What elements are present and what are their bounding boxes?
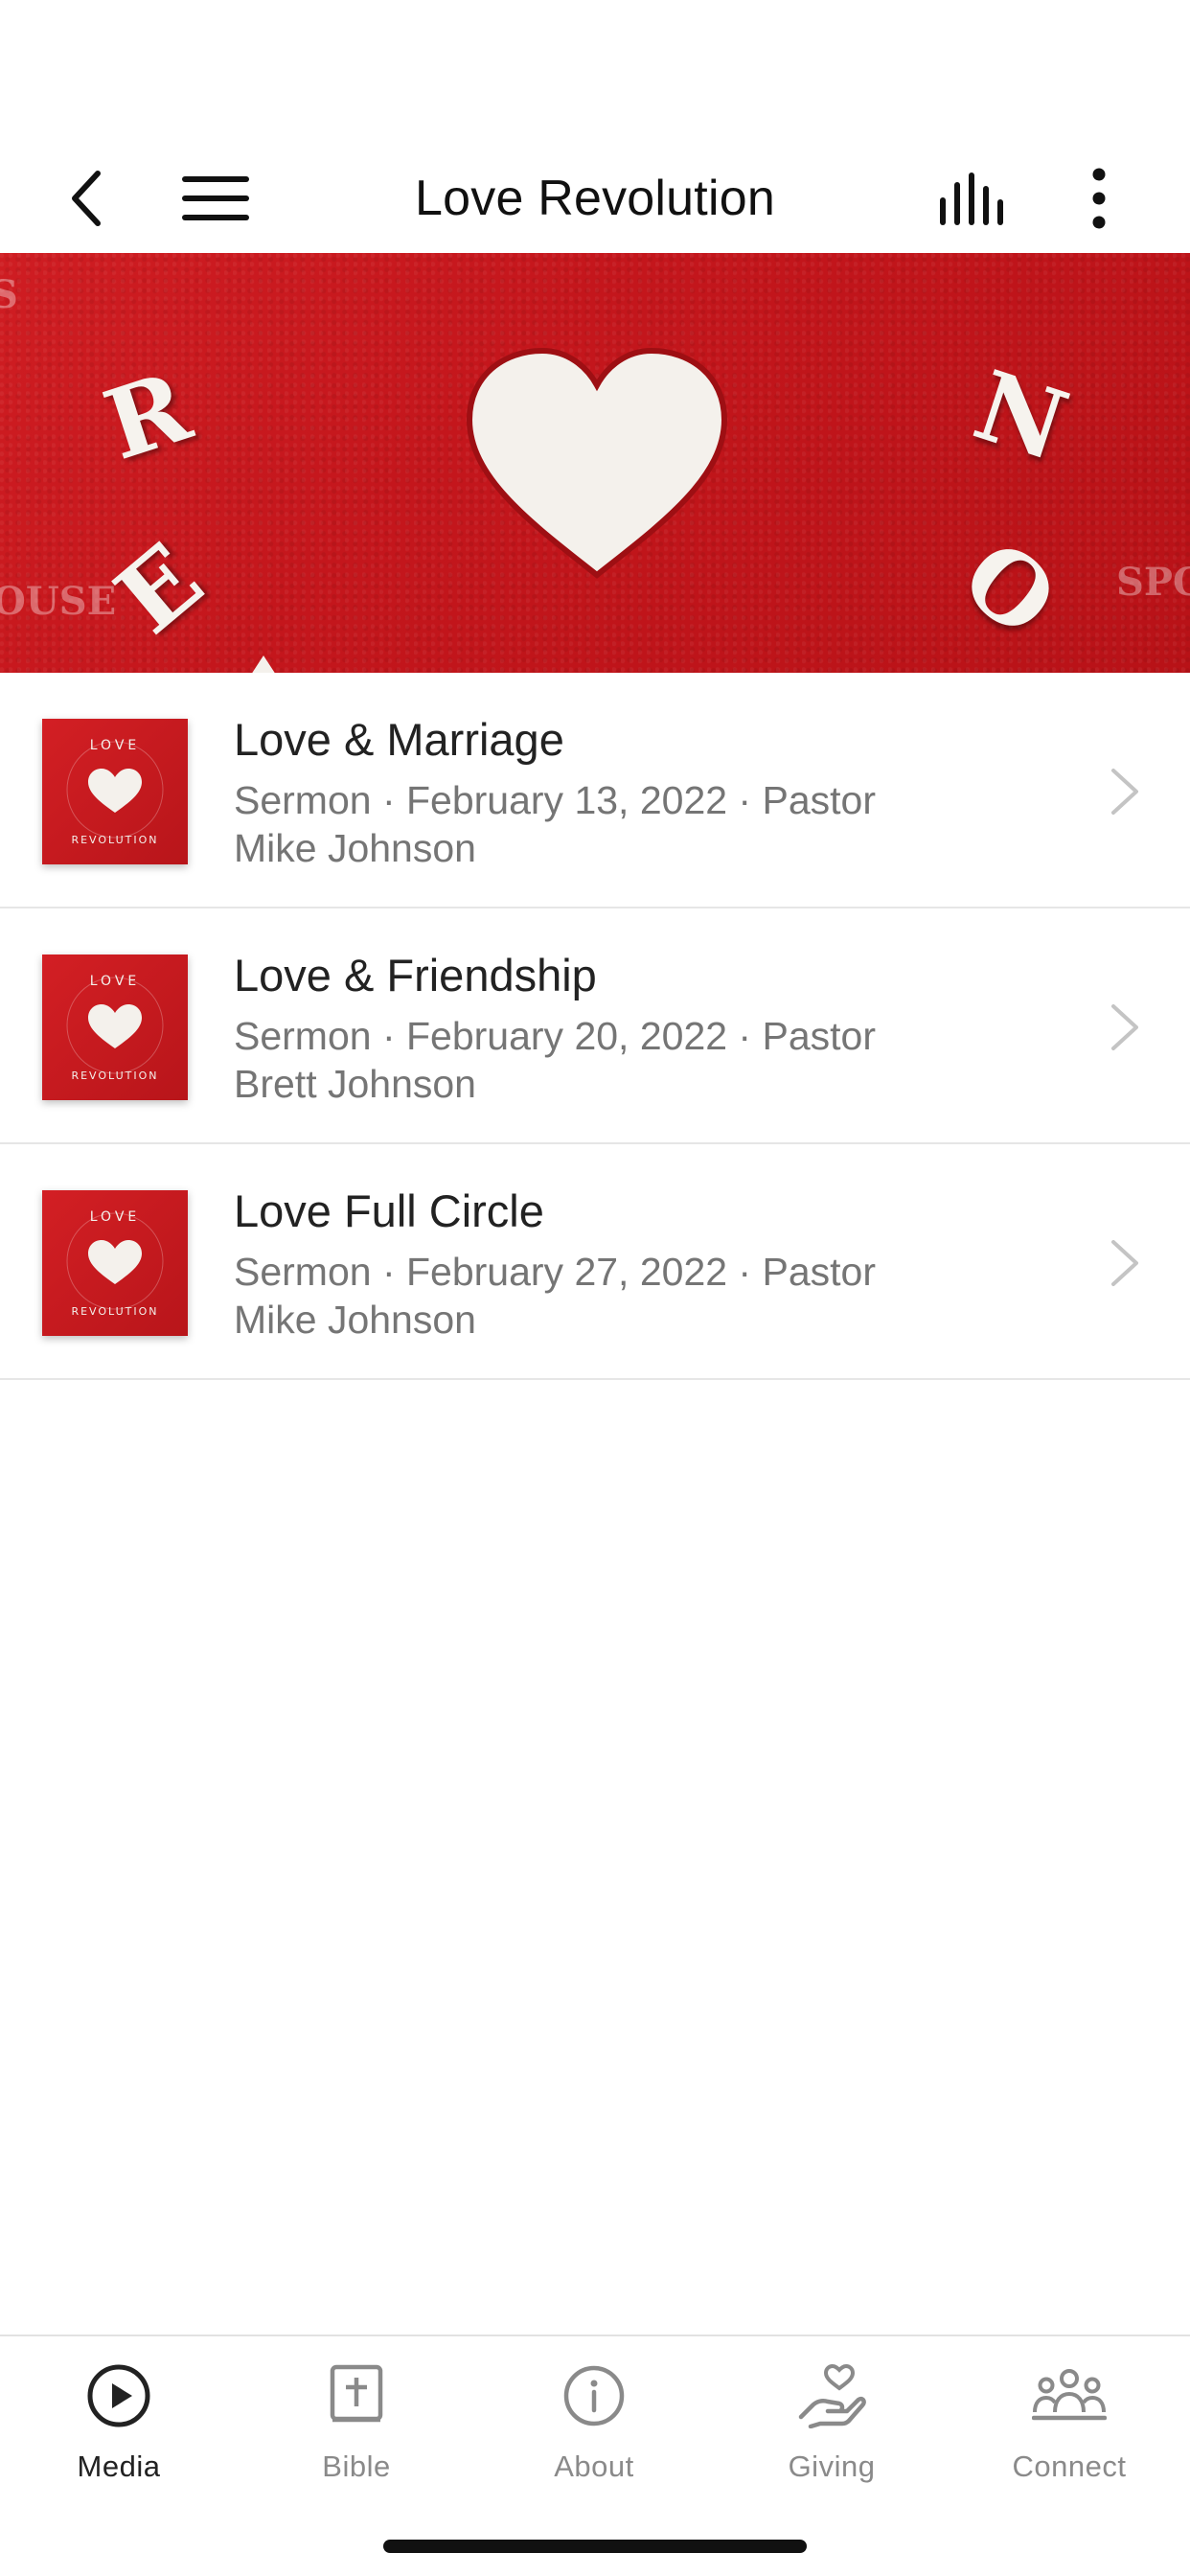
sermon-thumbnail: LOVE REVOLUTION: [42, 1190, 188, 1336]
tab-label: Bible: [322, 2450, 391, 2483]
menu-button[interactable]: [172, 155, 259, 242]
banner-faded-text-left: OUSE: [0, 579, 117, 624]
banner-letter-n: N: [962, 348, 1081, 484]
sermon-title: Love Full Circle: [234, 1185, 544, 1236]
tab-bible[interactable]: Bible: [238, 2358, 475, 2501]
info-icon: [563, 2365, 625, 2426]
tab-about[interactable]: About: [475, 2358, 713, 2501]
love-revolution-artwork-icon: LOVE REVOLUTION: [66, 738, 164, 846]
status-bar: [0, 0, 1190, 144]
sermon-thumbnail: LOVE REVOLUTION: [42, 954, 188, 1100]
love-revolution-artwork-icon: LOVE REVOLUTION: [66, 974, 164, 1082]
people-icon: [1032, 2369, 1107, 2421]
home-indicator: [383, 2540, 807, 2553]
audio-bars-icon: [940, 172, 1003, 225]
tab-label: About: [554, 2450, 634, 2483]
chevron-left-icon: [72, 171, 101, 226]
sermon-list: LOVE REVOLUTION Love & Marriage Sermon ·…: [0, 673, 1190, 1380]
tab-giving[interactable]: Giving: [713, 2358, 950, 2501]
sermon-title: Love & Friendship: [234, 950, 597, 1000]
tab-label: Media: [77, 2450, 161, 2483]
hamburger-icon: [182, 176, 249, 220]
thumb-top-text: LOVE: [90, 738, 141, 753]
thumb-bottom-text: REVOLUTION: [71, 834, 158, 846]
tab-media[interactable]: Media: [0, 2358, 238, 2501]
sermon-subtitle: Sermon · February 27, 2022 · Pastor Mike…: [234, 1250, 876, 1342]
bible-icon: [330, 2364, 383, 2423]
sermon-subtitle: Sermon · February 20, 2022 · Pastor Bret…: [234, 1014, 876, 1106]
triangle-mark-icon: [252, 656, 275, 673]
tab-label: Connect: [1012, 2450, 1127, 2483]
chevron-right-icon: [1111, 769, 1138, 815]
thumb-top-text: LOVE: [90, 1209, 141, 1225]
sermon-subtitle: Sermon · February 13, 2022 · Pastor Mike…: [234, 778, 876, 870]
series-banner: S OUSE SPO R E N O: [0, 253, 1190, 673]
banner-letter-e: E: [94, 521, 224, 656]
love-revolution-artwork-icon: LOVE REVOLUTION: [66, 1209, 164, 1318]
back-button[interactable]: [43, 155, 129, 242]
tab-label: Giving: [788, 2450, 876, 2483]
banner-faded-text-right: SPO: [1116, 560, 1190, 605]
audio-button[interactable]: [929, 155, 1016, 242]
list-item[interactable]: LOVE REVOLUTION Love & Friendship Sermon…: [0, 908, 1190, 1144]
heart-icon: [466, 347, 728, 579]
chevron-right-icon: [1111, 1004, 1138, 1050]
top-nav: Love Revolution: [0, 144, 1190, 253]
play-circle-icon: [87, 2364, 150, 2427]
more-options-button[interactable]: [1056, 155, 1142, 242]
list-item[interactable]: LOVE REVOLUTION Love & Marriage Sermon ·…: [0, 673, 1190, 908]
list-item[interactable]: LOVE REVOLUTION Love Full Circle Sermon …: [0, 1144, 1190, 1380]
banner-letter-r: R: [91, 350, 203, 482]
thumb-bottom-text: REVOLUTION: [71, 1070, 158, 1082]
thumb-top-text: LOVE: [90, 974, 141, 989]
tab-connect[interactable]: Connect: [950, 2358, 1188, 2501]
banner-letter-o: O: [941, 518, 1078, 659]
chevron-right-icon: [1111, 1240, 1138, 1286]
sermon-thumbnail: LOVE REVOLUTION: [42, 719, 188, 864]
banner-faded-text-top: S: [0, 272, 18, 317]
more-vertical-icon: [1092, 168, 1106, 229]
giving-hand-icon: [798, 2363, 866, 2428]
sermon-title: Love & Marriage: [234, 714, 564, 765]
thumb-bottom-text: REVOLUTION: [71, 1305, 158, 1318]
